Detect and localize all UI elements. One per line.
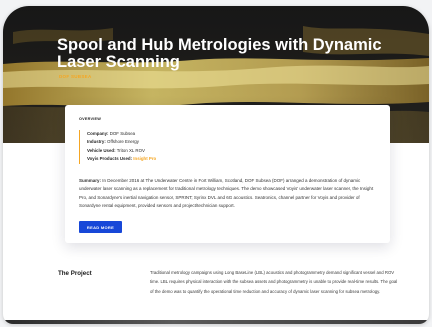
fact-value: Offshore Energy [107,139,139,145]
fact-label: Industry: [87,139,106,145]
fact-value: Triton XL ROV [116,147,145,153]
summary-label: Summary: [79,178,102,183]
fact-label: Vehicle Used: [87,147,116,153]
project-heading: The Project [58,270,92,277]
fact-company: Company: DOF Subsea [87,130,219,138]
summary-body: In December 2016 at The Underwater Centr… [79,178,374,209]
overview-label: OVERVIEW [79,117,101,121]
project-body: Traditional metrology campaigns using Lo… [150,270,398,294]
summary-text: Summary: In December 2016 at The Underwa… [79,177,379,211]
fact-label: Company: [87,131,109,136]
product-link[interactable]: Insight Pro [133,156,156,161]
read-more-button[interactable]: READ MORE [79,221,122,233]
fact-products: Voyis Products Used: Insight Pro [87,155,219,163]
fact-label: Voyis Products Used: [87,156,133,162]
overview-facts: Company: DOF Subsea Industry: Offshore E… [79,130,219,164]
fact-value: DOF Subsea [109,131,136,136]
page-title: Spool and Hub Metrologies with Dynamic L… [57,36,382,71]
company-tag[interactable]: DOF SUBSEA [59,74,92,79]
fact-vehicle: Vehicle Used: Triton XL ROV [87,147,219,155]
device-frame: Spool and Hub Metrologies with Dynamic L… [3,6,429,324]
next-section-image-edge [3,320,429,324]
fact-industry: Industry: Offshore Energy [87,138,219,146]
overview-card: OVERVIEW Company: DOF Subsea Industry: O… [65,105,390,243]
